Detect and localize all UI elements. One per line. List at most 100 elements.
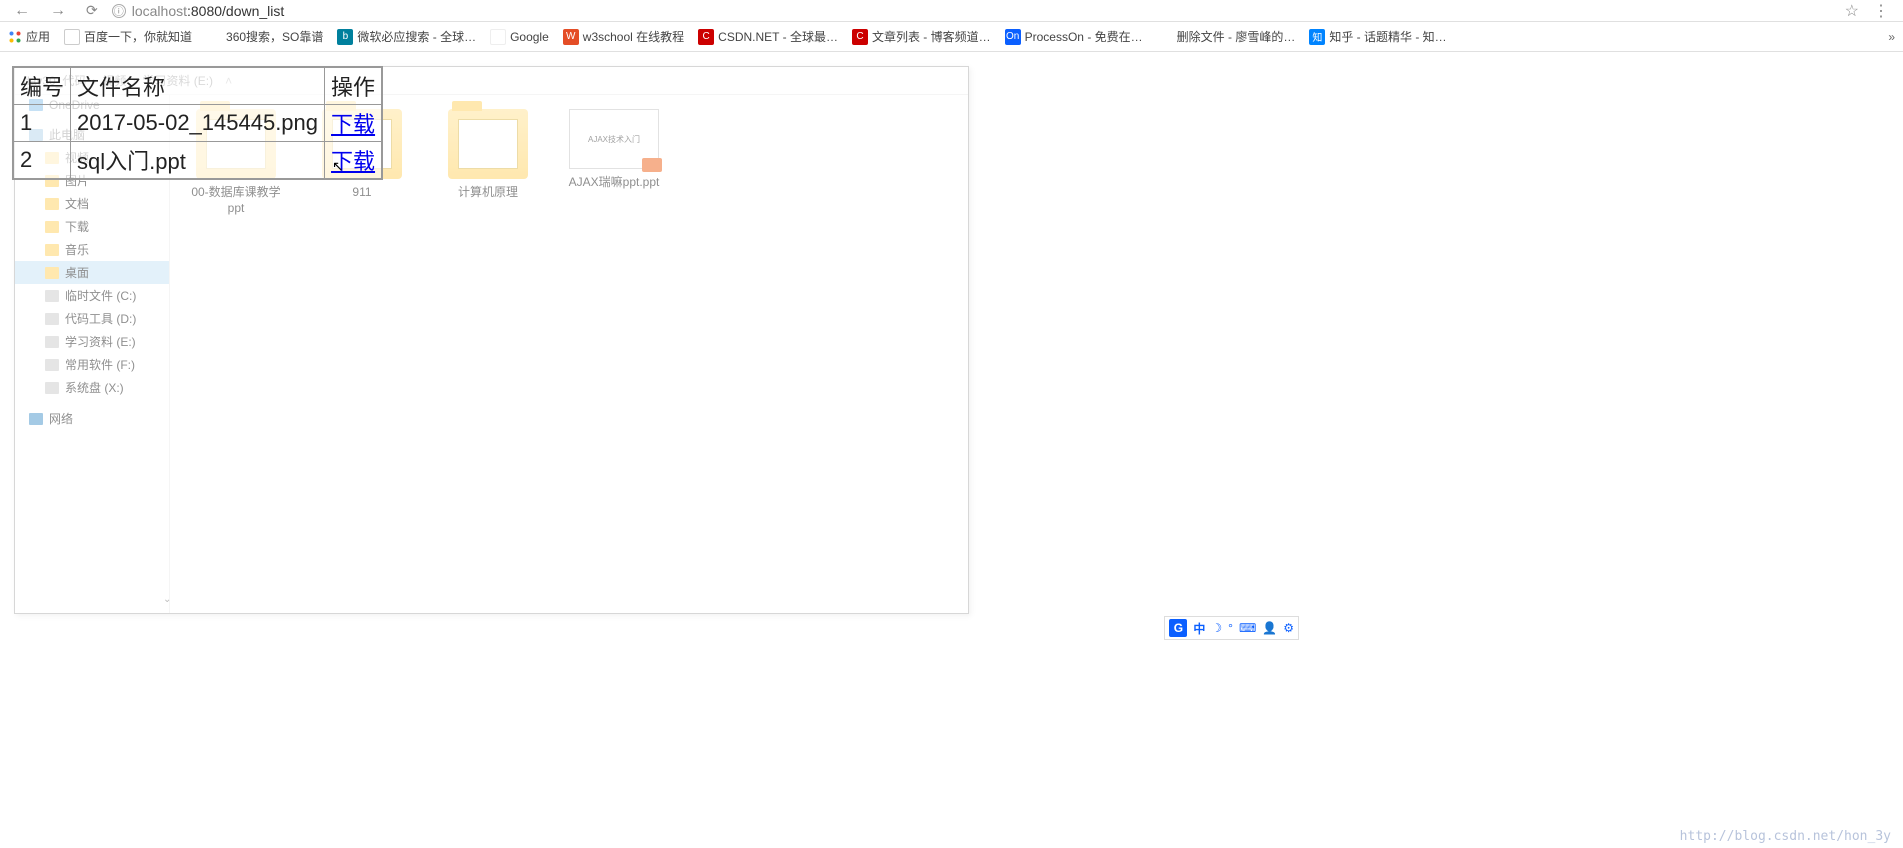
sidebar-drive-x[interactable]: 系统盘 (X:): [15, 376, 169, 399]
bookmark-label: 文章列表 - 博客频道…: [872, 28, 991, 45]
sidebar-documents[interactable]: 文档: [15, 192, 169, 215]
drive-icon: [45, 359, 59, 371]
sidebar-label: 音乐: [65, 241, 89, 258]
bookmark-label: 删除文件 - 廖雪峰的…: [1177, 28, 1296, 45]
bookmark-zhihu[interactable]: 知知乎 - 话题精华 - 知…: [1309, 28, 1446, 45]
file-label: 911: [314, 185, 410, 201]
bookmark-bing[interactable]: b微软必应搜索 - 全球…: [337, 28, 476, 45]
bookmark-label: 知乎 - 话题精华 - 知…: [1329, 28, 1446, 45]
rocket-icon: ✈: [1157, 29, 1173, 45]
w3-icon: W: [563, 29, 579, 45]
table-row: 1 2017-05-02_145445.png 下载: [13, 105, 382, 142]
drive-icon: [45, 336, 59, 348]
folder-icon: [448, 109, 528, 179]
zhihu-icon: 知: [1309, 29, 1325, 45]
bookmark-label: 微软必应搜索 - 全球…: [357, 28, 476, 45]
cell-number: 2: [13, 142, 71, 180]
page-stage: day30_代码 › 视频 › 学习资料 (E:) ˄ OneDrive 此电脑…: [0, 52, 1903, 848]
url-path: :8080/down_list: [187, 3, 284, 19]
bookmark-360[interactable]: ○360搜索，SO靠谱: [206, 28, 323, 45]
download-link[interactable]: 下载: [331, 149, 375, 174]
col-filename: 文件名称: [71, 67, 325, 105]
360-icon: ○: [206, 29, 222, 45]
bookmark-liaoxuefeng[interactable]: ✈删除文件 - 廖雪峰的…: [1157, 28, 1296, 45]
ime-person-icon[interactable]: 👤: [1262, 621, 1277, 635]
csdn-icon: C: [852, 29, 868, 45]
col-action: 操作: [325, 67, 383, 105]
table-row: 2 sql入门.ppt 下载: [13, 142, 382, 180]
drive-icon: [45, 313, 59, 325]
cell-filename: sql入门.ppt: [71, 142, 325, 180]
sidebar-drive-d[interactable]: 代码工具 (D:): [15, 307, 169, 330]
folder-icon: [45, 221, 59, 233]
download-link[interactable]: 下载: [331, 112, 375, 137]
ime-toolbar[interactable]: G 中 ☽ ° ⌨ 👤 ⚙: [1164, 616, 1299, 640]
url-host: localhost: [132, 3, 187, 19]
chevron-down-icon[interactable]: ⌄: [163, 594, 170, 605]
folder-icon: [45, 244, 59, 256]
ime-main-icon[interactable]: G: [1169, 619, 1187, 637]
bookmark-label: Google: [510, 30, 549, 44]
reload-button[interactable]: ⟳: [80, 2, 104, 19]
sidebar-drive-e[interactable]: 学习资料 (E:): [15, 330, 169, 353]
sidebar-drive-c[interactable]: 临时文件 (C:): [15, 284, 169, 307]
file-item-folder[interactable]: 计算机原理: [440, 109, 536, 201]
bookmark-label: ProcessOn - 免费在…: [1025, 28, 1143, 45]
bookmark-star-icon[interactable]: ☆: [1845, 1, 1859, 21]
bookmark-google[interactable]: G Google: [490, 29, 549, 45]
bookmark-label: CSDN.NET - 全球最…: [718, 28, 838, 45]
address-bar[interactable]: ⓘ localhost:8080/down_list: [112, 3, 285, 19]
bookmark-baidu[interactable]: 百百度一下，你就知道: [64, 28, 192, 45]
bookmark-label: w3school 在线教程: [583, 28, 684, 45]
google-icon: G: [490, 29, 506, 45]
sidebar-label: 临时文件 (C:): [65, 287, 136, 304]
bookmark-csdn-blog[interactable]: C文章列表 - 博客频道…: [852, 28, 991, 45]
table-header-row: 编号 文件名称 操作: [13, 67, 382, 105]
bookmark-csdn[interactable]: CCSDN.NET - 全球最…: [698, 28, 838, 45]
bookmark-w3school[interactable]: Ww3school 在线教程: [563, 28, 684, 45]
baidu-icon: 百: [64, 29, 80, 45]
sidebar-desktop[interactable]: 桌面: [15, 261, 169, 284]
network-icon: [29, 413, 43, 425]
sidebar-label: 网络: [49, 410, 73, 427]
apps-button[interactable]: 应用: [8, 28, 50, 45]
file-item-ppt[interactable]: AJAX技术入门 AJAX瑞嘛ppt.ppt: [566, 109, 662, 191]
ime-lang-toggle[interactable]: 中: [1193, 620, 1205, 637]
sidebar-network[interactable]: 网络: [15, 407, 169, 430]
folder-icon: [45, 198, 59, 210]
ppt-icon: AJAX技术入门: [569, 109, 659, 169]
apps-label: 应用: [26, 28, 50, 45]
sidebar-downloads[interactable]: 下载: [15, 215, 169, 238]
csdn-icon: C: [698, 29, 714, 45]
sidebar-label: 桌面: [65, 264, 89, 281]
ppt-thumb-text: AJAX技术入门: [588, 134, 640, 145]
bookmark-label: 360搜索，SO靠谱: [226, 28, 323, 45]
cell-number: 1: [13, 105, 71, 142]
sidebar-label: 学习资料 (E:): [65, 333, 136, 350]
file-label: 00-数据库课教学ppt: [188, 185, 284, 216]
bookmark-processon[interactable]: OnProcessOn - 免费在…: [1005, 28, 1143, 45]
folder-icon: [45, 267, 59, 279]
file-label: AJAX瑞嘛ppt.ppt: [566, 175, 662, 191]
forward-button[interactable]: →: [44, 2, 72, 20]
ime-keyboard-icon[interactable]: ⌨: [1239, 621, 1256, 635]
back-button[interactable]: ←: [8, 2, 36, 20]
sidebar-drive-f[interactable]: 常用软件 (F:): [15, 353, 169, 376]
sidebar-label: 下载: [65, 218, 89, 235]
ppt-badge-icon: [642, 158, 662, 172]
watermark-text: http://blog.csdn.net/hon_3y: [1680, 829, 1891, 844]
file-label: 计算机原理: [440, 185, 536, 201]
ime-moon-icon[interactable]: ☽: [1211, 621, 1222, 635]
sidebar-music[interactable]: 音乐: [15, 238, 169, 261]
site-info-icon[interactable]: ⓘ: [112, 4, 126, 18]
bookmark-overflow-icon[interactable]: »: [1888, 30, 1895, 44]
ime-gear-icon[interactable]: ⚙: [1283, 621, 1294, 635]
apps-icon: [8, 30, 22, 44]
browser-nav-bar: ← → ⟳ ⓘ localhost:8080/down_list ☆ ⋮: [0, 0, 1903, 22]
col-number: 编号: [13, 67, 71, 105]
ime-punct-icon[interactable]: °: [1228, 621, 1233, 635]
sidebar-label: 文档: [65, 195, 89, 212]
browser-menu-icon[interactable]: ⋮: [1867, 1, 1895, 21]
sidebar-label: 代码工具 (D:): [65, 310, 136, 327]
sidebar-label: 常用软件 (F:): [65, 356, 135, 373]
